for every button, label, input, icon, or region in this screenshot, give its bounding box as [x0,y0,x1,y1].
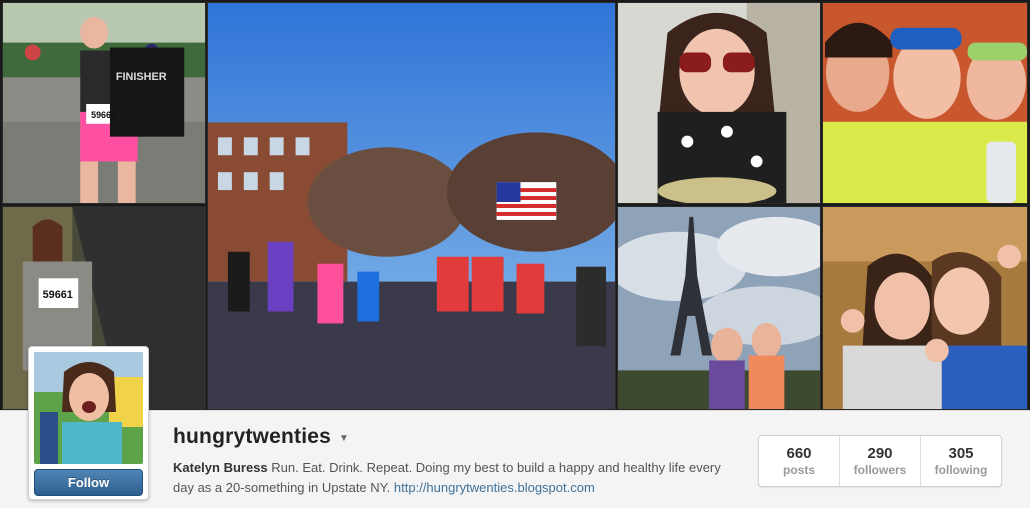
photo-thumbs-up[interactable] [822,206,1028,410]
stat-posts-value: 660 [786,445,812,462]
photo-friends-selfie[interactable] [822,2,1028,204]
username-row: hungrytwenties ▼ [173,425,349,449]
stat-following-value: 305 [948,445,974,462]
stat-followers[interactable]: 290 followers [840,436,921,486]
photo-eiffel-tower[interactable] [617,206,821,410]
photo-finisher[interactable]: FINISHER 59661 [2,2,206,204]
avatar[interactable] [34,352,143,464]
avatar-card: Follow [28,346,149,500]
stat-posts-label: posts [782,463,815,477]
stat-followers-value: 290 [867,445,893,462]
stat-posts[interactable]: 660 posts [759,436,840,486]
stats-box: 660 posts 290 followers 305 following [758,435,1002,487]
bib-number-1: 59661 [91,110,116,120]
photo-collage: FINISHER 59661 59661 [0,0,1030,410]
full-name: Katelyn Buress [173,460,268,475]
photo-sunglasses[interactable] [617,2,821,204]
username: hungrytwenties [173,425,331,448]
bib-number-2: 59661 [43,289,73,301]
follow-button[interactable]: Follow [34,469,143,496]
stat-following[interactable]: 305 following [921,436,1001,486]
website-link[interactable]: http://hungrytwenties.blogspot.com [394,480,595,495]
chevron-down-icon[interactable]: ▼ [339,433,349,444]
stat-followers-label: followers [853,463,907,477]
shirt-text: FINISHER [116,71,167,83]
photo-marathon-runners[interactable] [207,2,616,410]
stat-following-label: following [934,463,988,477]
bio: Katelyn Buress Run. Eat. Drink. Repeat. … [173,458,733,498]
